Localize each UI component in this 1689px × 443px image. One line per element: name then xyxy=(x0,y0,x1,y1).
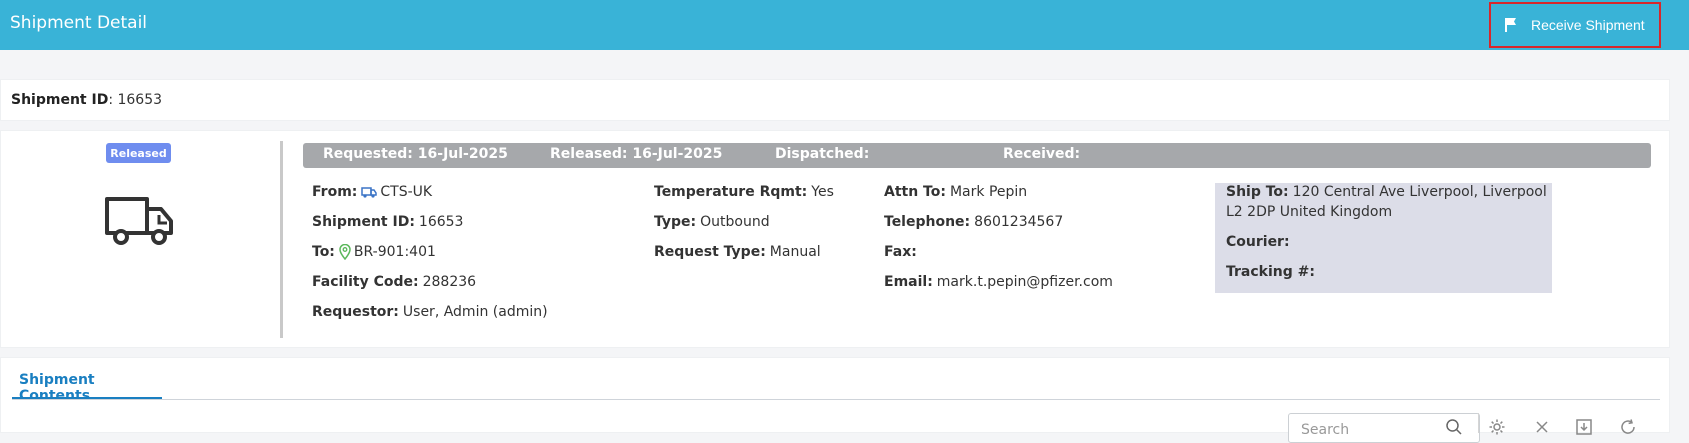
shipment-id-label: Shipment ID xyxy=(11,92,109,108)
search-icon[interactable] xyxy=(1445,418,1463,436)
requested-date: Requested: 16-Jul-2025 xyxy=(323,146,508,162)
flag-icon xyxy=(1505,18,1516,32)
ship-to-label: Ship To: xyxy=(1226,184,1289,200)
truck-small-icon xyxy=(361,186,378,198)
truck-icon xyxy=(105,197,173,245)
type-value: Outbound xyxy=(700,214,770,230)
type-label: Type: xyxy=(654,214,697,230)
receive-shipment-label: Receive Shipment xyxy=(1531,17,1645,33)
page-header: Shipment Detail Receive Shipment xyxy=(0,0,1689,50)
facility-code-field: Facility Code: 288236 xyxy=(312,274,476,290)
shipment-id-card: Shipment ID: 16653 xyxy=(0,79,1670,121)
telephone-label: Telephone: xyxy=(884,214,971,230)
ship-to-value-line2: L2 2DP United Kingdom xyxy=(1226,204,1393,220)
to-value: BR-901:401 xyxy=(353,244,436,260)
tab-underline xyxy=(12,399,1660,400)
facility-code-label: Facility Code: xyxy=(312,274,419,290)
shipment-id-field: Shipment ID: 16653 xyxy=(312,214,463,230)
telephone-field: Telephone: 8601234567 xyxy=(884,214,1063,230)
gear-icon[interactable] xyxy=(1488,418,1506,436)
temperature-value: Yes xyxy=(811,184,834,200)
close-icon[interactable] xyxy=(1533,418,1551,436)
request-type-value: Manual xyxy=(769,244,821,260)
shipment-id-detail-label: Shipment ID: xyxy=(312,214,415,230)
page-title: Shipment Detail xyxy=(10,13,148,33)
request-type-field: Request Type: Manual xyxy=(654,244,821,260)
to-field: To: BR-901:401 xyxy=(312,244,436,260)
shipment-id-value: : 16653 xyxy=(108,92,163,108)
temperature-field: Temperature Rqmt: Yes xyxy=(654,184,834,200)
dispatched-date: Dispatched: xyxy=(775,146,870,162)
section-divider xyxy=(280,141,283,338)
courier-label: Courier: xyxy=(1226,234,1290,250)
facility-code-value: 288236 xyxy=(422,274,477,290)
temperature-label: Temperature Rqmt: xyxy=(654,184,808,200)
location-pin-icon xyxy=(339,244,351,260)
from-value: CTS-UK xyxy=(380,184,433,200)
from-field: From: CTS-UK xyxy=(312,184,432,200)
released-date: Released: 16-Jul-2025 xyxy=(550,146,723,162)
status-timeline-bar: Requested: 16-Jul-2025 Released: 16-Jul-… xyxy=(303,143,1651,168)
courier-field: Courier: xyxy=(1226,234,1294,250)
tracking-label: Tracking #: xyxy=(1226,264,1315,280)
email-value: mark.t.pepin@pfizer.com xyxy=(936,274,1113,290)
request-type-label: Request Type: xyxy=(654,244,766,260)
attn-to-value: Mark Pepin xyxy=(949,184,1028,200)
receive-shipment-button[interactable]: Receive Shipment xyxy=(1489,2,1661,48)
export-icon[interactable] xyxy=(1575,418,1593,436)
attn-to-label: Attn To: xyxy=(884,184,946,200)
fax-label: Fax: xyxy=(884,244,917,260)
status-badge: Released xyxy=(106,143,171,163)
fax-field: Fax: xyxy=(884,244,921,260)
from-label: From: xyxy=(312,184,358,200)
refresh-icon[interactable] xyxy=(1619,418,1637,436)
requestor-label: Requestor: xyxy=(312,304,399,320)
received-date: Received: xyxy=(1003,146,1081,162)
type-field: Type: Outbound xyxy=(654,214,770,230)
tracking-field: Tracking #: xyxy=(1226,264,1319,280)
shipment-id-line: Shipment ID: 16653 xyxy=(11,92,162,108)
requestor-value: User, Admin (admin) xyxy=(402,304,548,320)
ship-to-field-line2: L2 2DP United Kingdom xyxy=(1226,204,1392,220)
ship-to-value-line1: 120 Central Ave Liverpool, Liverpool xyxy=(1292,184,1547,200)
attn-to-field: Attn To: Mark Pepin xyxy=(884,184,1027,200)
email-field: Email: mark.t.pepin@pfizer.com xyxy=(884,274,1113,290)
to-label: To: xyxy=(312,244,335,260)
shipment-id-detail-value: 16653 xyxy=(418,214,464,230)
toolbar-separator xyxy=(1478,413,1479,433)
ship-to-field: Ship To: 120 Central Ave Liverpool, Live… xyxy=(1226,184,1547,200)
email-label: Email: xyxy=(884,274,933,290)
telephone-value: 8601234567 xyxy=(974,214,1064,230)
requestor-field: Requestor: User, Admin (admin) xyxy=(312,304,548,320)
tab-shipment-contents[interactable]: Shipment Contents xyxy=(12,372,162,404)
